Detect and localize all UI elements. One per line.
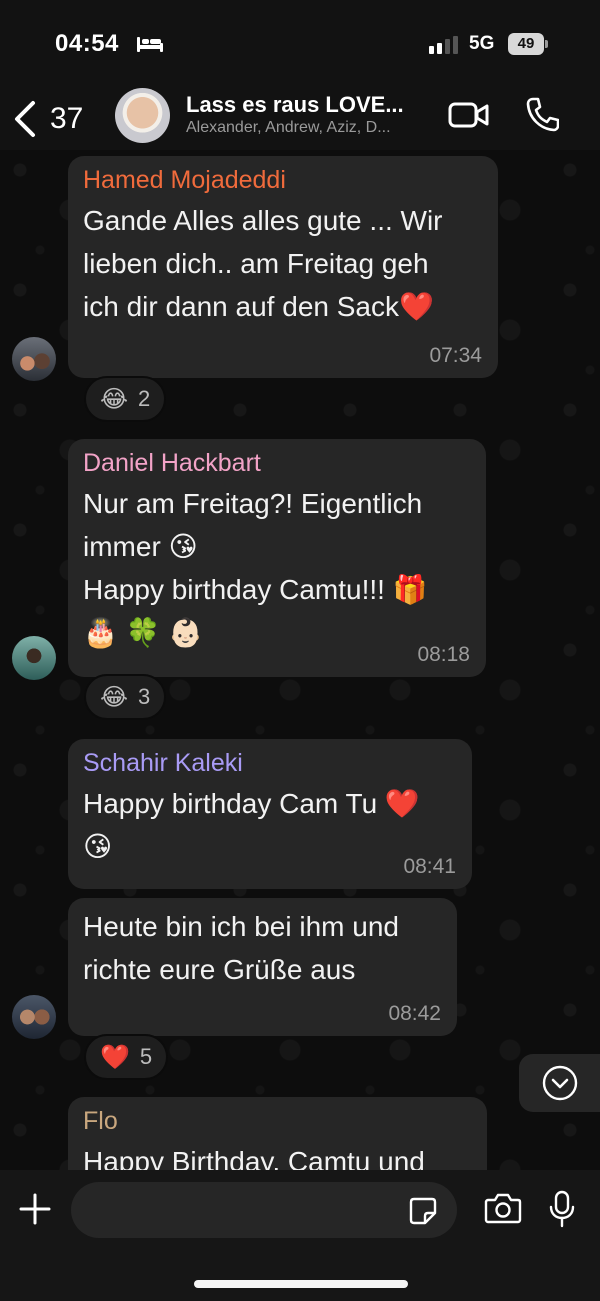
message-line: Happy birthday Cam Tu ❤️ xyxy=(83,788,420,819)
plus-icon[interactable] xyxy=(18,1192,52,1226)
group-avatar[interactable] xyxy=(115,88,170,143)
group-title[interactable]: Lass es raus LOVE... xyxy=(186,92,431,118)
message-sender: Flo xyxy=(83,1107,118,1135)
message-input[interactable] xyxy=(71,1182,457,1238)
message-line: Happy Birthday, Camtu und xyxy=(83,1146,425,1170)
sticker-icon[interactable] xyxy=(408,1196,438,1226)
reaction-emoji: 😂 xyxy=(100,385,129,413)
message-reaction[interactable]: 😂 2 xyxy=(84,376,167,422)
message-bubble[interactable]: Schahir Kaleki Happy birthday Cam Tu ❤️ … xyxy=(68,739,472,889)
message-composer xyxy=(0,1170,600,1301)
reaction-count: 2 xyxy=(138,386,151,411)
scroll-to-bottom-button[interactable] xyxy=(519,1054,600,1112)
sender-avatar[interactable] xyxy=(12,636,56,680)
status-time: 04:54 xyxy=(55,30,119,57)
battery-tip xyxy=(545,40,548,48)
chevron-left-icon xyxy=(15,101,35,137)
reaction-count: 5 xyxy=(139,1044,153,1069)
message-text: Nur am Freitag?! Eigentlich immer 😘 Happ… xyxy=(83,482,470,654)
message-line: Gande Alles alles gute ... Wir xyxy=(83,205,443,236)
reaction-count: 3 xyxy=(138,684,151,709)
message-line: Happy birthday Camtu!!! 🎁 xyxy=(83,574,428,605)
phone-icon[interactable] xyxy=(525,96,559,132)
battery-indicator: 49 xyxy=(508,33,548,55)
message-time: 07:34 xyxy=(429,344,482,367)
group-members[interactable]: Alexander, Andrew, Aziz, D... xyxy=(186,119,436,137)
sleep-focus-icon xyxy=(137,37,163,52)
sender-avatar[interactable] xyxy=(12,995,56,1039)
chat-header: 37 Lass es raus LOVE... Alexander, Andre… xyxy=(0,88,600,150)
message-line: Nur am Freitag?! Eigentlich xyxy=(83,488,423,519)
chevron-down-circle-icon xyxy=(542,1065,577,1101)
sender-avatar[interactable] xyxy=(12,337,56,381)
message-line: ich dir dann auf den Sack❤️ xyxy=(83,291,434,322)
message-line: 🎂 🍀 👶🏻 xyxy=(83,617,204,648)
message-line: 😘 xyxy=(83,831,113,862)
reaction-emoji: ❤️ xyxy=(100,1043,130,1071)
message-reaction[interactable]: ❤️ 5 xyxy=(84,1034,169,1080)
message-sender: Schahir Kaleki xyxy=(83,749,243,777)
message-sender: Daniel Hackbart xyxy=(83,449,261,477)
message-line: Heute bin ich bei ihm und xyxy=(83,911,399,942)
message-line: richte eure Grüße aus xyxy=(83,954,356,985)
message-sender: Hamed Mojadeddi xyxy=(83,166,286,194)
message-text: Heute bin ich bei ihm und richte eure Gr… xyxy=(83,905,441,991)
message-time: 08:42 xyxy=(388,1002,441,1025)
message-line: lieben dich.. am Freitag geh xyxy=(83,248,429,279)
camera-icon[interactable] xyxy=(484,1192,522,1224)
microphone-icon[interactable] xyxy=(549,1190,575,1228)
message-text: Happy birthday Cam Tu ❤️ 😘 xyxy=(83,782,456,868)
message-bubble[interactable]: Daniel Hackbart Nur am Freitag?! Eigentl… xyxy=(68,439,486,677)
back-button[interactable]: 37 xyxy=(12,94,102,144)
network-type: 5G xyxy=(469,33,495,54)
message-line: immer 😘 xyxy=(83,531,198,562)
cellular-signal-icon xyxy=(429,36,458,54)
home-indicator[interactable] xyxy=(194,1280,408,1288)
message-reaction[interactable]: 😂 3 xyxy=(84,674,167,720)
message-time: 08:41 xyxy=(403,855,456,878)
message-bubble[interactable]: Heute bin ich bei ihm und richte eure Gr… xyxy=(68,898,457,1036)
unread-count: 37 xyxy=(50,102,84,135)
status-bar: 04:54 5G 49 xyxy=(0,0,600,88)
message-bubble[interactable]: Hamed Mojadeddi Gande Alles alles gute .… xyxy=(68,156,498,378)
reaction-emoji: 😂 xyxy=(100,683,129,711)
message-time: 08:18 xyxy=(417,643,470,666)
message-text: Happy Birthday, Camtu und xyxy=(83,1140,471,1170)
video-call-icon[interactable] xyxy=(448,100,490,130)
message-bubble[interactable]: Flo Happy Birthday, Camtu und xyxy=(68,1097,487,1170)
message-text: Gande Alles alles gute ... Wir lieben di… xyxy=(83,199,482,328)
battery-level: 49 xyxy=(508,33,544,55)
